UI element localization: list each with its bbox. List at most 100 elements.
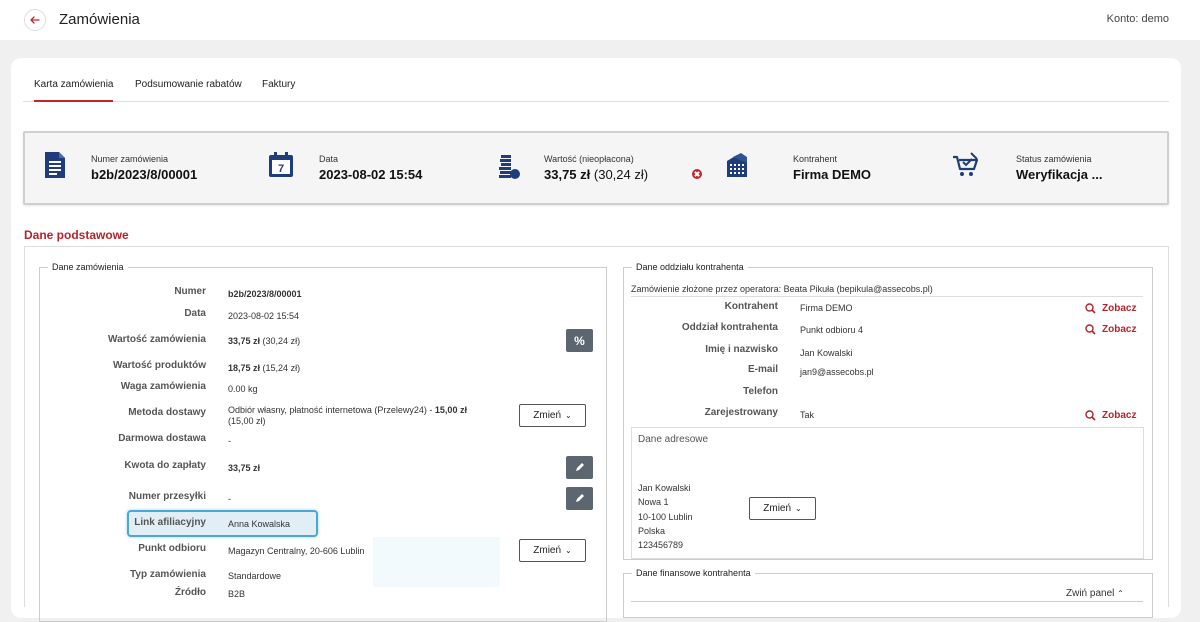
- section-title: Dane podstawowe: [24, 228, 129, 242]
- back-button[interactable]: [24, 9, 46, 31]
- address-line: Polska: [638, 526, 666, 536]
- phone-label: Telefon: [743, 386, 778, 397]
- branch-contractor-value: Firma DEMO: [800, 303, 853, 313]
- pencil-icon: [576, 494, 584, 502]
- number-label: Numer: [174, 286, 206, 297]
- date-row-value: 2023-08-02 15:54: [228, 311, 300, 321]
- free-delivery-label: Darmowa dostawa: [118, 433, 206, 444]
- branch-legend: Dane oddziału kontrahenta: [636, 262, 744, 272]
- arrow-left-icon: [30, 16, 40, 24]
- weight-label: Waga zamówienia: [120, 381, 206, 392]
- address-box: [631, 427, 1144, 559]
- email-label: E-mail: [747, 364, 778, 375]
- delivery-price: 15,00 zł: [434, 405, 467, 415]
- order-value-value: 33,75 zł (30,24 zł): [228, 336, 300, 346]
- type-value: Standardowe: [228, 571, 282, 581]
- order-data-legend: Dane zamówienia: [52, 262, 124, 272]
- change-pickup-button[interactable]: Zmień ⌄: [519, 539, 586, 562]
- collapse-label: Zwiń panel: [1066, 588, 1115, 599]
- change-pickup-label: Zmień: [533, 545, 562, 556]
- unpaid-x-icon: [692, 169, 702, 179]
- order-number-value: b2b/2023/8/00001: [91, 167, 198, 182]
- date-label: Data: [319, 154, 339, 164]
- status-value: Weryfikacja ...: [1016, 167, 1103, 182]
- tab-invoices[interactable]: Faktury: [262, 79, 295, 90]
- pencil-icon: [576, 463, 584, 471]
- search-icon: [1085, 410, 1096, 421]
- number-value: b2b/2023/8/00001: [228, 289, 302, 299]
- change-delivery-label: Zmień: [533, 410, 562, 421]
- see-contractor-link[interactable]: Zobacz: [1085, 303, 1136, 314]
- amount-due-value: 33,75 zł: [228, 463, 261, 473]
- percent-icon: %: [574, 333, 585, 348]
- search-icon: [1085, 303, 1096, 314]
- tab-bar: Karta zamówienia Podsumowanie rabatów Fa…: [23, 74, 1169, 102]
- collapse-panel-button[interactable]: Zwiń panel ⌃: [1066, 588, 1124, 599]
- branch-name-label: Oddział kontrahenta: [681, 322, 778, 333]
- see-registered-link[interactable]: Zobacz: [1085, 410, 1136, 421]
- contractor-label: Kontrahent: [793, 154, 838, 164]
- date-row-label: Data: [184, 308, 206, 319]
- address-line: 10-100 Lublin: [638, 512, 693, 522]
- address-line: 123456789: [638, 540, 684, 550]
- document-icon: [45, 152, 65, 178]
- coins-icon: [499, 155, 520, 179]
- see-branch-link[interactable]: Zobacz: [1085, 324, 1136, 335]
- delivery-label: Metoda dostawy: [128, 407, 206, 418]
- page-title: Zamówienia: [59, 11, 140, 28]
- free-delivery-value: -: [228, 436, 231, 446]
- amount-due-label: Kwota do zapłaty: [124, 460, 206, 471]
- pickup-value: Magazyn Centralny, 20-606 Lublin: [228, 546, 365, 556]
- finance-legend: Dane finansowe kontrahenta: [636, 568, 751, 578]
- tracking-value: -: [228, 494, 231, 504]
- affiliate-label: Link afiliacyjny: [134, 517, 206, 528]
- delivery-text: Odbiór własny, płatność internetowa (Prz…: [228, 405, 435, 415]
- change-address-button[interactable]: Zmień ⌄: [749, 497, 816, 520]
- see-registered-label: Zobacz: [1102, 410, 1137, 421]
- search-icon: [1085, 324, 1096, 335]
- address-line: Jan Kowalski: [638, 483, 691, 493]
- date-value: 2023-08-02 15:54: [319, 167, 423, 182]
- hover-overlay: [373, 537, 500, 587]
- branch-contractor-label: Kontrahent: [724, 301, 778, 312]
- building-icon: [727, 153, 747, 177]
- weight-value: 0.00 kg: [228, 384, 258, 394]
- email-value: jan9@assecobs.pl: [800, 367, 874, 377]
- edit-amount-button[interactable]: [566, 456, 593, 479]
- order-value-bold: 33,75 zł: [228, 336, 261, 346]
- edit-tracking-button[interactable]: [566, 487, 593, 510]
- products-value-bold: 18,75 zł: [228, 363, 261, 373]
- chevron-down-icon: ⌄: [565, 546, 572, 555]
- discount-button[interactable]: %: [566, 329, 593, 352]
- value-secondary: (30,24 zł): [593, 167, 649, 182]
- order-summary-panel: Numer zamówienia b2b/2023/8/00001 7 Data…: [23, 131, 1169, 205]
- operator-note: Zamówienie złożone przez operatora: Beat…: [631, 284, 933, 294]
- svg-text:7: 7: [278, 163, 284, 175]
- products-value-rest: (15,24 zł): [262, 363, 301, 373]
- registered-value: Tak: [800, 410, 815, 420]
- calendar-icon: 7: [269, 152, 293, 177]
- change-address-label: Zmień: [763, 503, 792, 514]
- chevron-down-icon: ⌄: [795, 504, 802, 513]
- tab-order-card[interactable]: Karta zamówienia: [34, 79, 114, 102]
- order-number-label: Numer zamówienia: [91, 154, 169, 164]
- delivery-net: (15,00 zł): [228, 416, 266, 426]
- registered-label: Zarejestrowany: [704, 407, 778, 418]
- tracking-label: Numer przesyłki: [128, 491, 206, 502]
- tab-discount-summary[interactable]: Podsumowanie rabatów: [135, 79, 242, 90]
- source-value: B2B: [228, 589, 246, 599]
- value-main: 33,75 zł: [544, 167, 591, 182]
- cart-check-icon: [953, 152, 979, 176]
- chevron-down-icon: ⌄: [565, 411, 572, 420]
- pickup-label: Punkt odbioru: [138, 543, 206, 554]
- order-value-rest: (30,24 zł): [262, 336, 301, 346]
- see-contractor-label: Zobacz: [1102, 303, 1137, 314]
- person-name-value: Jan Kowalski: [800, 348, 853, 358]
- branch-name-value: Punkt odbioru 4: [800, 325, 864, 335]
- contractor-value: Firma DEMO: [793, 167, 872, 182]
- chevron-up-icon: ⌃: [1117, 589, 1124, 598]
- change-delivery-button[interactable]: Zmień ⌄: [519, 404, 586, 427]
- value-value: 33,75 zł (30,24 zł): [544, 167, 648, 182]
- affiliate-value: Anna Kowalska: [228, 519, 291, 529]
- type-label: Typ zamówienia: [130, 569, 206, 580]
